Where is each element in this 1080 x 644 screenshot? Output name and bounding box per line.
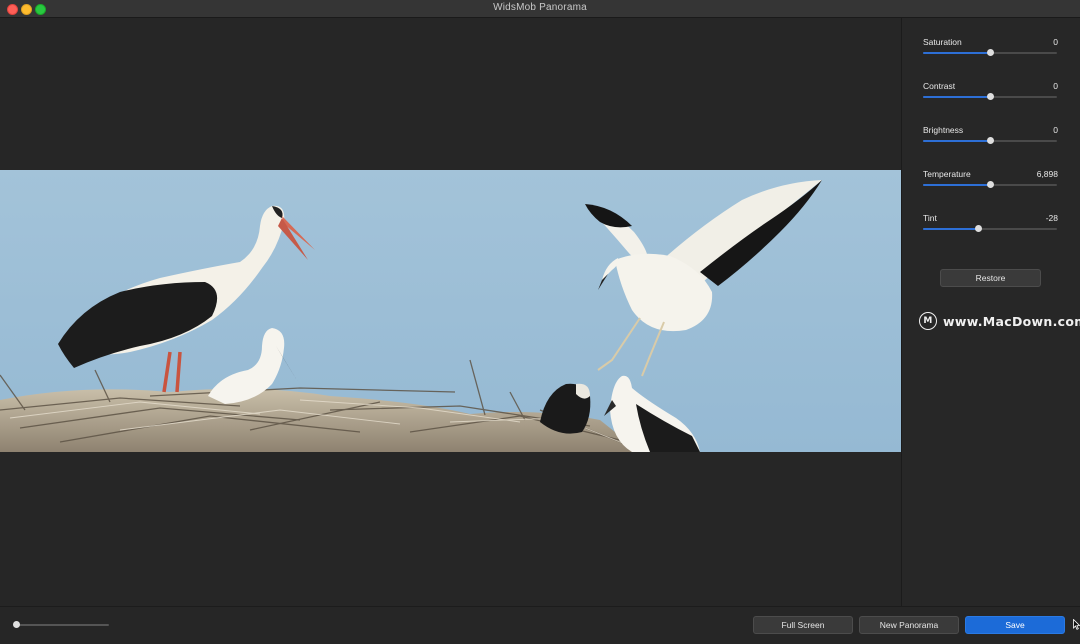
tint-label: Tint bbox=[923, 213, 937, 223]
temperature-slider[interactable] bbox=[923, 181, 1057, 188]
new-panorama-button[interactable]: New Panorama bbox=[859, 616, 959, 634]
save-button[interactable]: Save bbox=[965, 616, 1065, 634]
tint-slider-thumb[interactable] bbox=[974, 225, 982, 232]
contrast-slider[interactable] bbox=[923, 93, 1057, 100]
brightness-slider-fill bbox=[923, 140, 990, 142]
tint-slider-fill bbox=[923, 228, 978, 230]
bottom-toolbar: Full Screen New Panorama Save bbox=[0, 606, 1080, 644]
zoom-slider-thumb[interactable] bbox=[13, 621, 20, 628]
temperature-slider-fill bbox=[923, 184, 990, 186]
preview-canvas bbox=[0, 18, 901, 606]
brightness-value: 0 bbox=[1053, 125, 1058, 135]
saturation-slider[interactable] bbox=[923, 49, 1057, 56]
full-screen-button[interactable]: Full Screen bbox=[753, 616, 853, 634]
saturation-value: 0 bbox=[1053, 37, 1058, 47]
temperature-slider-thumb[interactable] bbox=[987, 181, 994, 188]
contrast-value: 0 bbox=[1053, 81, 1058, 91]
watermark: M www.MacDown.com bbox=[919, 312, 1080, 330]
zoom-slider[interactable] bbox=[13, 621, 109, 628]
temperature-label: Temperature bbox=[923, 169, 971, 179]
brightness-slider[interactable] bbox=[923, 137, 1057, 144]
panorama-image bbox=[0, 170, 901, 452]
title-bar: WidsMob Panorama bbox=[0, 0, 1080, 18]
temperature-value: 6,898 bbox=[1036, 169, 1058, 179]
saturation-slider-thumb[interactable] bbox=[987, 49, 994, 56]
tint-slider[interactable] bbox=[923, 225, 1057, 232]
window-title: WidsMob Panorama bbox=[493, 2, 587, 13]
brightness-slider-thumb[interactable] bbox=[987, 137, 994, 144]
brightness-label: Brightness bbox=[923, 125, 964, 135]
contrast-label: Contrast bbox=[923, 81, 956, 91]
saturation-label: Saturation bbox=[923, 37, 962, 47]
adjustments-panel: Saturation 0 Contrast 0 Brightness 0 Tem… bbox=[901, 18, 1080, 606]
mouse-cursor-icon bbox=[1073, 619, 1080, 630]
watermark-text: www.MacDown.com bbox=[943, 313, 1080, 329]
tint-value: -28 bbox=[1045, 213, 1058, 223]
saturation-slider-fill bbox=[923, 52, 990, 54]
watermark-logo-icon: M bbox=[919, 312, 937, 330]
contrast-slider-fill bbox=[923, 96, 990, 98]
contrast-slider-thumb[interactable] bbox=[987, 93, 994, 100]
restore-button[interactable]: Restore bbox=[940, 269, 1041, 287]
